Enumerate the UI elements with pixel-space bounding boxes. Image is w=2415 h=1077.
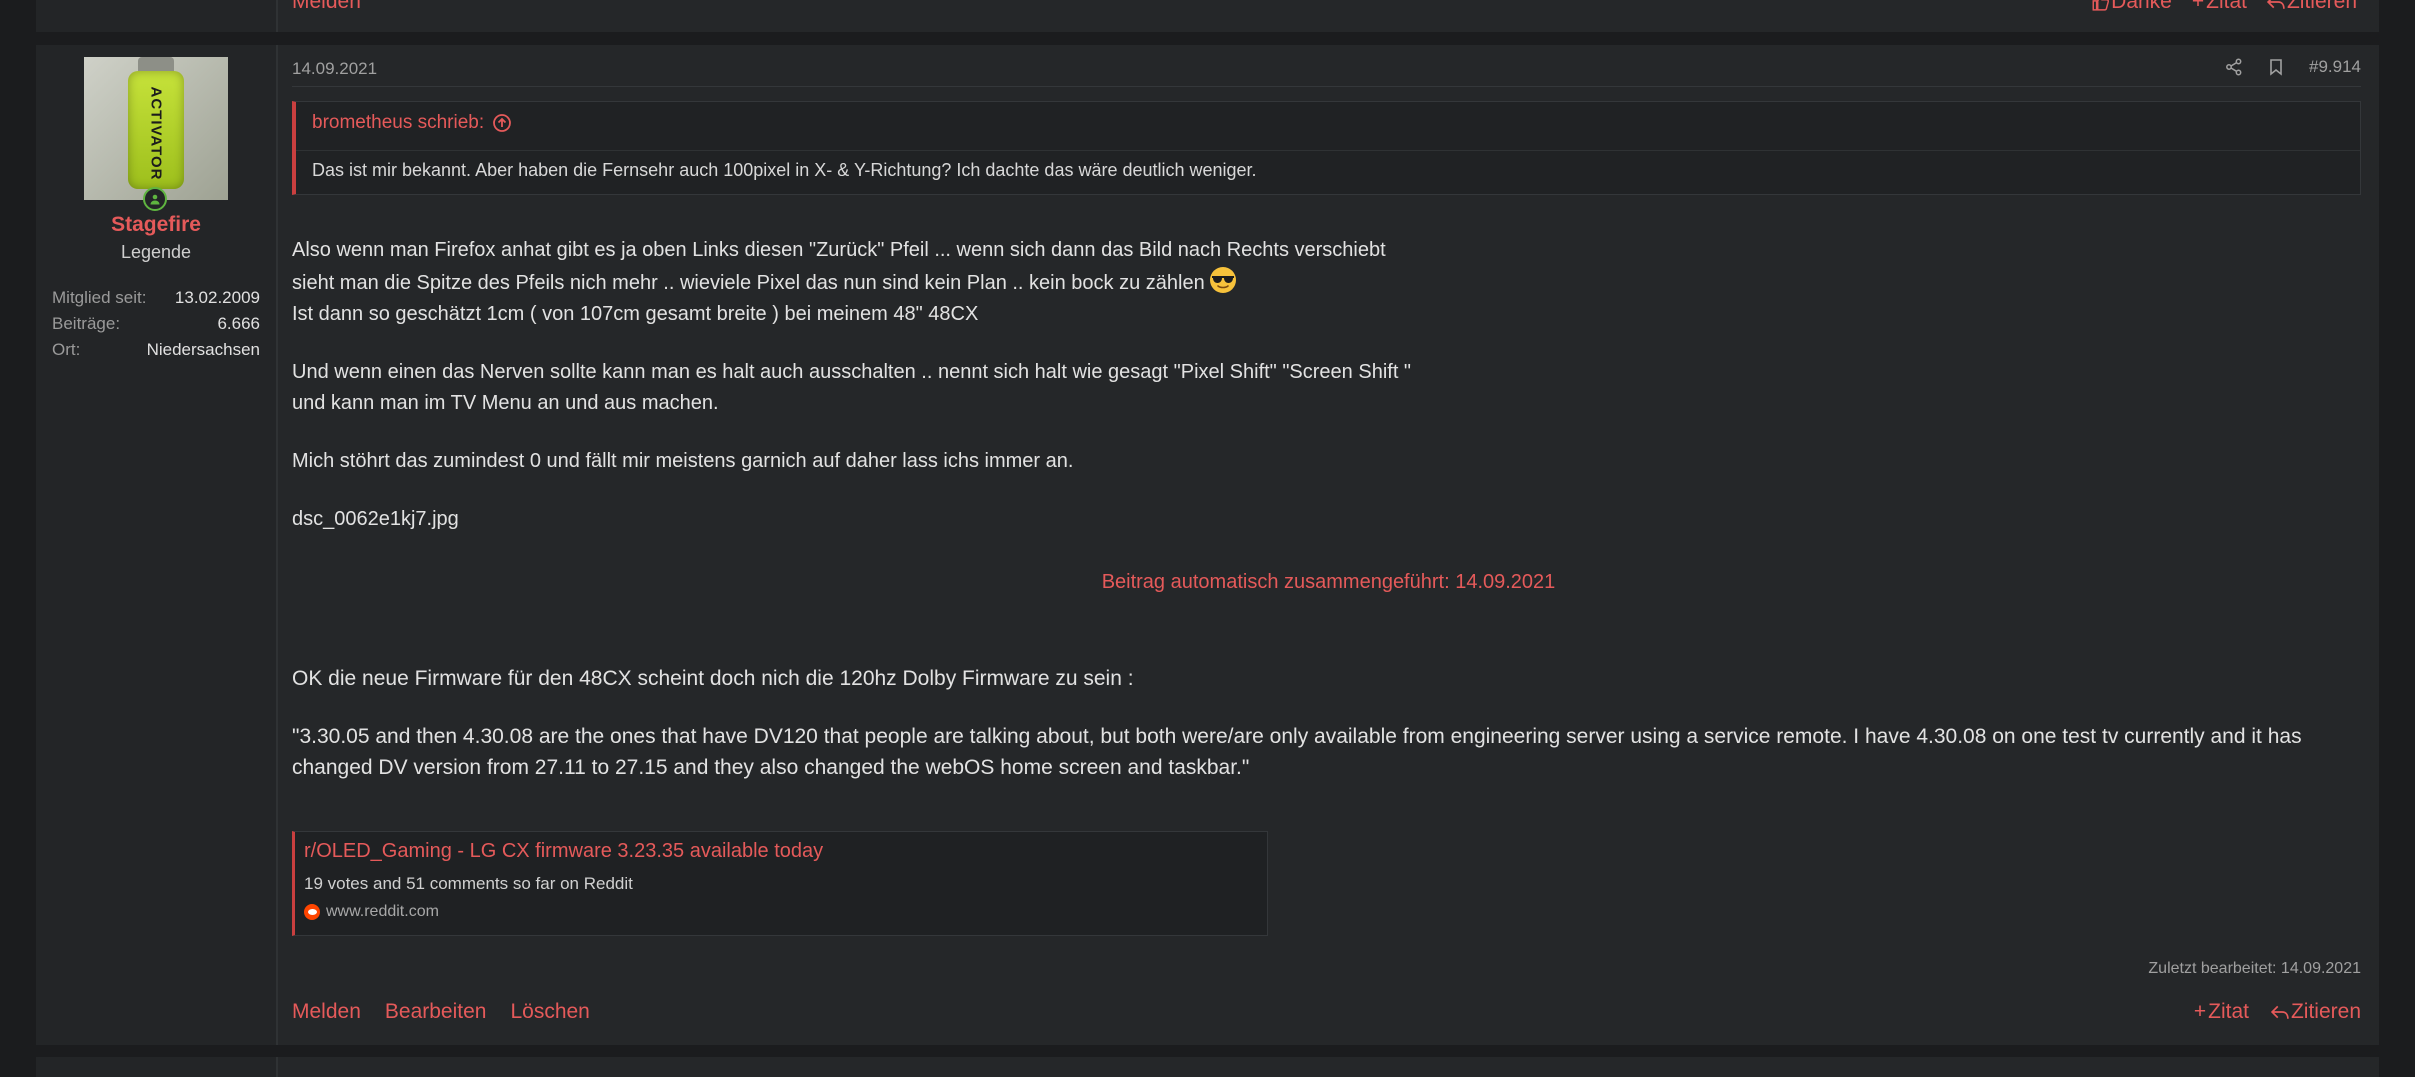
link-preview-description: 19 votes and 51 comments so far on Reddi…: [304, 874, 633, 893]
previous-post-actions-right: Danke + Zitat Zitieren: [2091, 0, 2357, 14]
user-title: Legende: [120, 242, 192, 262]
forum-post: ACTIVATOR Stagefire Legende Mitglied sei…: [36, 45, 2379, 1045]
plus-quote-label: Zitat: [2208, 1000, 2249, 1023]
report-link[interactable]: Melden: [292, 1000, 361, 1024]
previous-quote-label: Zitieren: [2286, 0, 2357, 13]
thumbs-up-icon: [2092, 0, 2110, 11]
previous-thanks-button[interactable]: Danke: [2091, 0, 2172, 14]
post-text-line: sieht man die Spitze des Pfeils nich meh…: [292, 272, 1205, 294]
previous-report-link[interactable]: Melden: [292, 0, 361, 13]
post-quoted-paragraph: "3.30.05 and then 4.30.08 are the ones t…: [292, 725, 2302, 779]
quote-reply-button[interactable]: Zitieren: [2270, 1000, 2361, 1024]
user-stat-label: Ort:: [52, 340, 81, 359]
post-tools: #9.914: [2225, 57, 2361, 77]
post-text-line: Also wenn man Firefox anhat gibt es ja o…: [292, 239, 1386, 261]
delete-link[interactable]: Löschen: [510, 1000, 589, 1024]
post-user-column: ACTIVATOR Stagefire Legende Mitglied sei…: [36, 45, 278, 1045]
share-icon[interactable]: [2225, 58, 2243, 76]
post-text-line: OK die neue Firmware für den 48CX schein…: [292, 667, 1134, 690]
user-stat-row: Mitglied seit: 13.02.2009: [52, 288, 260, 314]
user-stat-value: 13.02.2009: [174, 288, 260, 307]
user-stat-row: Ort: Niedersachsen: [52, 340, 260, 366]
bookmark-icon[interactable]: [2267, 58, 2285, 76]
post-header-divider: [292, 86, 2361, 87]
user-stat-label: Mitglied seit:: [52, 288, 147, 307]
next-post-user-column: [36, 1057, 278, 1077]
plus-icon: +: [2193, 1000, 2207, 1023]
next-post: [36, 1057, 2379, 1077]
sunglasses-emoji-icon: [1209, 267, 1236, 293]
user-stat-value[interactable]: 6.666: [217, 314, 260, 340]
plus-icon: +: [2191, 0, 2205, 13]
quote-divider: [296, 150, 2360, 151]
post-actions-left: Melden Bearbeiten Löschen: [292, 1000, 590, 1024]
user-stat-value: Niedersachsen: [146, 340, 260, 359]
merged-notice: Beitrag automatisch zusammengeführt: 14.…: [1101, 571, 1556, 593]
post-text-line: Mich stöhrt das zumindest 0 und fällt mi…: [292, 450, 1074, 472]
previous-plus-quote-label: Zitat: [2206, 0, 2247, 13]
link-preview-source: www.reddit.com: [304, 903, 439, 921]
attachment-filename[interactable]: dsc_0062e1kj7.jpg: [292, 504, 2349, 535]
user-stat-row: Beiträge: 6.666: [52, 314, 260, 340]
quote-author-link[interactable]: brometheus schrieb:: [312, 112, 512, 134]
user-stats: Mitglied seit: 13.02.2009 Beiträge: 6.66…: [52, 288, 260, 366]
reply-icon: [2270, 1005, 2289, 1019]
post-text-line: Ist dann so geschätzt 1cm ( von 107cm ge…: [292, 303, 979, 325]
quote-reply-label: Zitieren: [2290, 1000, 2361, 1023]
quote-author: brometheus schrieb:: [312, 112, 485, 133]
reply-icon: [2266, 0, 2285, 9]
username[interactable]: Stagefire: [36, 213, 276, 237]
link-preview-domain: www.reddit.com: [326, 903, 439, 920]
avatar[interactable]: ACTIVATOR: [84, 57, 228, 200]
post-actions-right: + Zitat Zitieren: [2194, 1000, 2361, 1024]
online-status-icon: [143, 187, 167, 211]
quote-text: Das ist mir bekannt. Aber haben die Fern…: [312, 160, 1257, 180]
previous-post-user-column: [36, 0, 278, 32]
reddit-icon: [304, 904, 320, 920]
post-number-link[interactable]: #9.914: [2309, 57, 2361, 77]
post-text-line: Und wenn einen das Nerven sollte kann ma…: [292, 361, 1412, 383]
link-preview-card[interactable]: r/OLED_Gaming - LG CX firmware 3.23.35 a…: [292, 831, 1268, 936]
last-edited-note: Zuletzt bearbeitet: 14.09.2021: [2148, 960, 2361, 977]
link-preview-title[interactable]: r/OLED_Gaming - LG CX firmware 3.23.35 a…: [304, 840, 823, 863]
avatar-label: ACTIVATOR: [128, 86, 184, 180]
previous-post-actions-left: Melden: [292, 0, 361, 14]
previous-quote-button[interactable]: Zitieren: [2266, 0, 2357, 14]
arrow-up-circle-icon: [493, 114, 512, 132]
avatar-label-text: ACTIVATOR: [147, 86, 165, 180]
previous-plus-quote-button[interactable]: + Zitat: [2192, 0, 2247, 14]
quote-block: brometheus schrieb: Das ist mir bekannt.…: [292, 101, 2361, 195]
previous-thanks-label: Danke: [2111, 0, 2172, 13]
post-body: Also wenn man Firefox anhat gibt es ja o…: [292, 235, 2349, 535]
previous-post: [36, 0, 2379, 32]
post-text-line-with-emoji: sieht man die Spitze des Pfeils nich meh…: [292, 266, 2349, 299]
user-stat-label: Beiträge:: [52, 314, 121, 333]
post-message-column: 14.09.2021 #9.914 brometheus schrieb: Da…: [278, 45, 2379, 1045]
post-body-merged: OK die neue Firmware für den 48CX schein…: [292, 663, 2349, 783]
plus-quote-button[interactable]: + Zitat: [2194, 1000, 2249, 1024]
post-text-line: und kann man im TV Menu an und aus mache…: [292, 392, 719, 414]
edit-link[interactable]: Bearbeiten: [385, 1000, 487, 1024]
post-date[interactable]: 14.09.2021: [292, 59, 377, 79]
